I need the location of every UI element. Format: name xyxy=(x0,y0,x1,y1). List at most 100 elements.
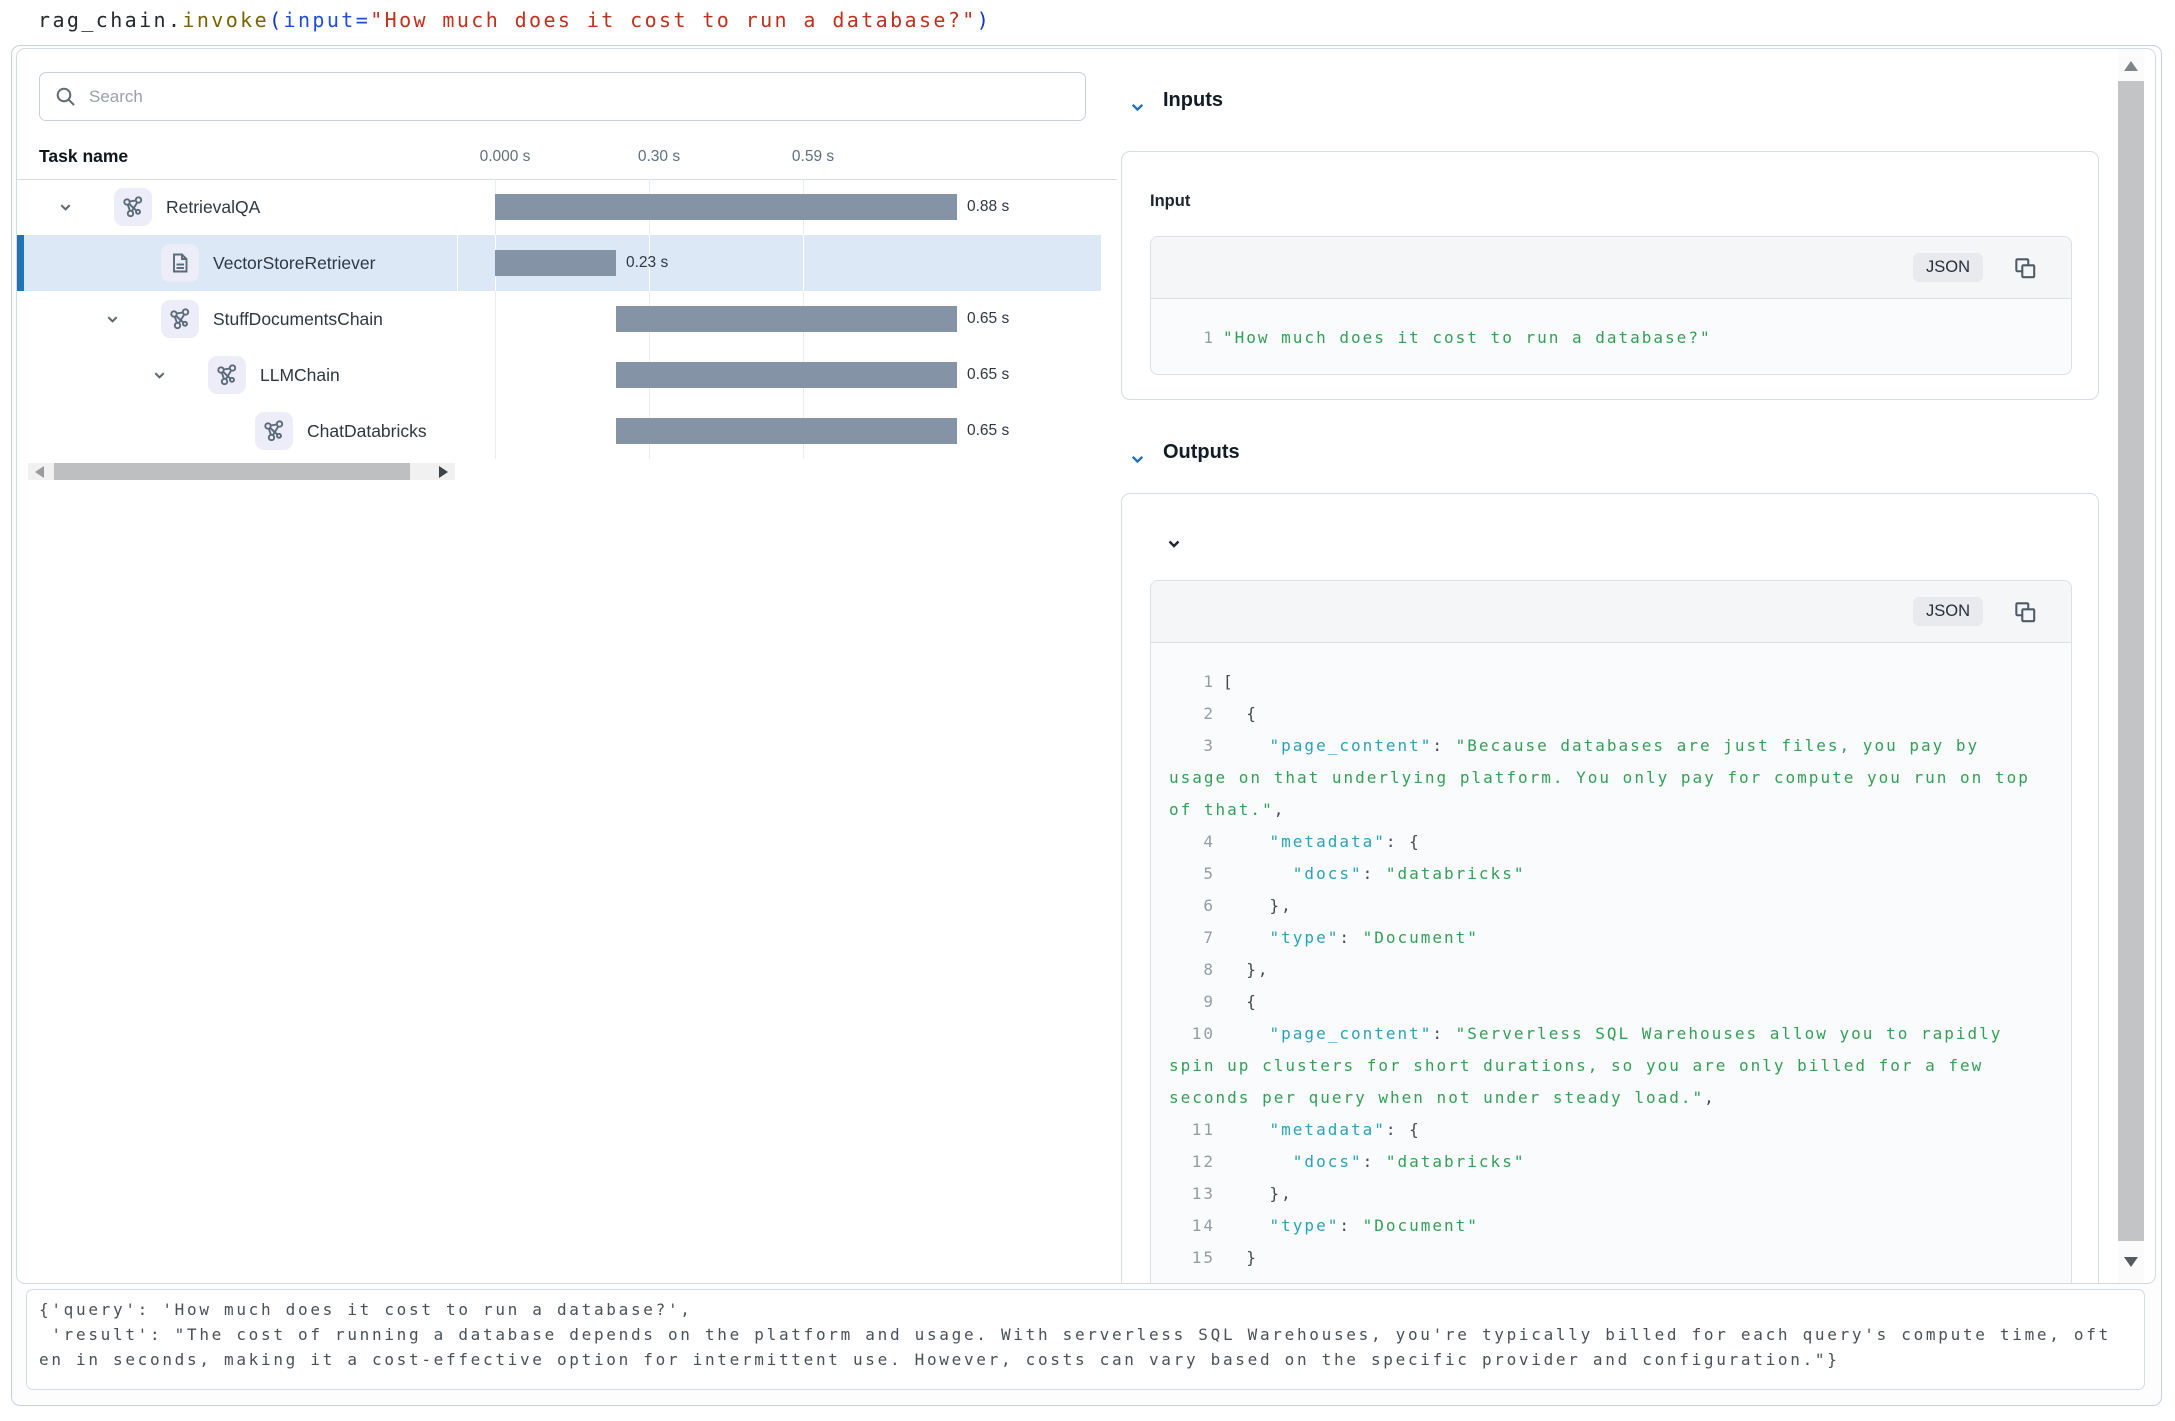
gantt-bar[interactable] xyxy=(616,418,957,444)
code-token: "How much does it cost to run a database… xyxy=(370,8,977,32)
code-token: "Document" xyxy=(1363,928,1479,947)
code-token: : xyxy=(1363,864,1386,883)
code-token: of that." xyxy=(1169,800,1274,819)
code-token: "databricks" xyxy=(1386,1152,1526,1171)
line-number: 9 xyxy=(1169,986,1215,1018)
task-name-cell: ChatDatabricks xyxy=(17,403,456,459)
expand-chevron-icon[interactable] xyxy=(58,199,74,215)
code-token: usage on that underlying platform. You o… xyxy=(1169,768,2030,787)
code-line-continuation: seconds per query when not under steady … xyxy=(1169,1082,2071,1114)
code-token: "Because databases are just files, you p… xyxy=(1456,736,1979,755)
code-token: "docs" xyxy=(1293,1152,1363,1171)
copy-button[interactable] xyxy=(2011,254,2038,281)
code-token: } xyxy=(1246,1248,1258,1267)
input-code-body: 1"How much does it cost to run a databas… xyxy=(1151,299,2071,374)
inputs-section-title[interactable]: Inputs xyxy=(1163,89,1223,112)
code-token: , xyxy=(1274,800,1286,819)
time-tick-label: 0.59 s xyxy=(792,148,834,166)
task-name-header: Task name xyxy=(39,146,128,167)
code-line-continuation: of that.", xyxy=(1169,794,2071,826)
result-line: en in seconds, making it a cost-effectiv… xyxy=(39,1347,2132,1372)
code-line: 3 "page_content": "Because databases are… xyxy=(1169,730,2071,762)
code-token: }, xyxy=(1270,896,1293,915)
expand-chevron-icon[interactable] xyxy=(152,367,168,383)
result-line: {'query': 'How much does it cost to run … xyxy=(39,1297,2132,1322)
code-line: 14 "type": "Document" xyxy=(1169,1210,2071,1242)
inputs-collapse-chevron-icon[interactable] xyxy=(1129,99,1147,117)
task-row-stuffdocumentschain[interactable]: StuffDocumentsChain0.65 s xyxy=(17,291,1101,347)
json-format-badge[interactable]: JSON xyxy=(1913,597,1983,626)
vertical-scrollbar[interactable] xyxy=(2118,49,2144,1284)
duration-label: 0.88 s xyxy=(967,179,1009,235)
chain-icon xyxy=(161,300,199,338)
code-line-continuation: usage on that underlying platform. You o… xyxy=(1169,762,2071,794)
horizontal-scrollbar-thumb[interactable] xyxy=(54,463,410,480)
code-token: [ xyxy=(1223,672,1235,691)
notebook-code-line: rag_chain.invoke(input="How much does it… xyxy=(38,8,991,32)
code-token: : xyxy=(1363,1152,1386,1171)
json-format-badge[interactable]: JSON xyxy=(1913,253,1983,282)
expand-chevron-icon[interactable] xyxy=(105,311,121,327)
task-name-cell: StuffDocumentsChain xyxy=(17,291,456,347)
horizontal-scrollbar[interactable] xyxy=(28,463,455,480)
code-token: invoke xyxy=(182,8,269,32)
code-line: 8 }, xyxy=(1169,954,2071,986)
task-row-retrievalqa[interactable]: RetrievalQA0.88 s xyxy=(17,179,1101,235)
task-name-cell: VectorStoreRetriever xyxy=(17,235,456,291)
chain-icon xyxy=(114,188,152,226)
code-line: 16] xyxy=(1169,1274,2071,1284)
chevron-placeholder xyxy=(199,423,215,439)
copy-button[interactable] xyxy=(2011,598,2038,625)
chevron-placeholder xyxy=(105,255,121,271)
gantt-bar[interactable] xyxy=(616,306,957,332)
gantt-bar[interactable] xyxy=(616,362,957,388)
scroll-down-arrow-icon[interactable] xyxy=(2124,1257,2138,1267)
code-token: rag_chain. xyxy=(38,8,182,32)
scroll-up-arrow-icon[interactable] xyxy=(2124,61,2138,71)
line-number: 14 xyxy=(1169,1210,1215,1242)
scroll-left-arrow-icon[interactable] xyxy=(35,466,44,478)
gantt-gridline xyxy=(495,347,496,403)
line-number: 16 xyxy=(1169,1274,1215,1284)
trace-panel: Task name 0.000 s0.30 s0.59 s RetrievalQ… xyxy=(16,48,2156,1284)
code-line: 1"How much does it cost to run a databas… xyxy=(1169,322,2071,354)
output-code-header: JSON xyxy=(1151,581,2071,643)
code-token: : xyxy=(1432,736,1455,755)
task-row-chatdatabricks[interactable]: ChatDatabricks0.65 s xyxy=(17,403,1101,459)
line-number: 1 xyxy=(1169,666,1215,698)
outputs-section-title[interactable]: Outputs xyxy=(1163,441,1240,464)
code-line: 10 "page_content": "Serverless SQL Wareh… xyxy=(1169,1018,2071,1050)
line-number: 8 xyxy=(1169,954,1215,986)
line-number: 3 xyxy=(1169,730,1215,762)
code-line: 9 { xyxy=(1169,986,2071,1018)
task-row-vectorstoreretriever[interactable]: VectorStoreRetriever 0.23 s xyxy=(17,235,1101,291)
code-line-continuation: spin up clusters for short durations, so… xyxy=(1169,1050,2071,1082)
outputs-collapse-chevron-icon[interactable] xyxy=(1129,451,1147,469)
code-line: 11 "metadata": { xyxy=(1169,1114,2071,1146)
code-token: : { xyxy=(1386,1120,1421,1139)
gantt-bar[interactable] xyxy=(495,194,957,220)
code-token: }, xyxy=(1270,1184,1293,1203)
input-code-header: JSON xyxy=(1151,237,2071,299)
line-number: 7 xyxy=(1169,922,1215,954)
line-number: 10 xyxy=(1169,1018,1215,1050)
vertical-scrollbar-thumb[interactable] xyxy=(2118,81,2144,1241)
task-row-label: VectorStoreRetriever xyxy=(213,253,375,274)
code-token: "page_content" xyxy=(1270,1024,1433,1043)
task-row-llmchain[interactable]: LLMChain0.65 s xyxy=(17,347,1101,403)
code-token: { xyxy=(1246,992,1258,1011)
output-collapse-chevron-icon[interactable] xyxy=(1166,536,1182,552)
gantt-bar[interactable] xyxy=(495,250,616,276)
code-token: : xyxy=(1339,928,1362,947)
task-row-label: ChatDatabricks xyxy=(307,421,427,442)
code-token: "How much does it cost to run a database… xyxy=(1223,328,1712,347)
duration-label: 0.23 s xyxy=(626,235,668,291)
scroll-right-arrow-icon[interactable] xyxy=(439,466,448,478)
code-token: : { xyxy=(1386,832,1421,851)
code-token: "databricks" xyxy=(1386,864,1526,883)
search-input[interactable] xyxy=(89,87,1085,107)
code-line: 5 "docs": "databricks" xyxy=(1169,858,2071,890)
output-card: JSON 1 [2 {3 "page_content": "Because dat… xyxy=(1121,493,2099,1284)
line-number: 2 xyxy=(1169,698,1215,730)
code-line: 7 "type": "Document" xyxy=(1169,922,2071,954)
